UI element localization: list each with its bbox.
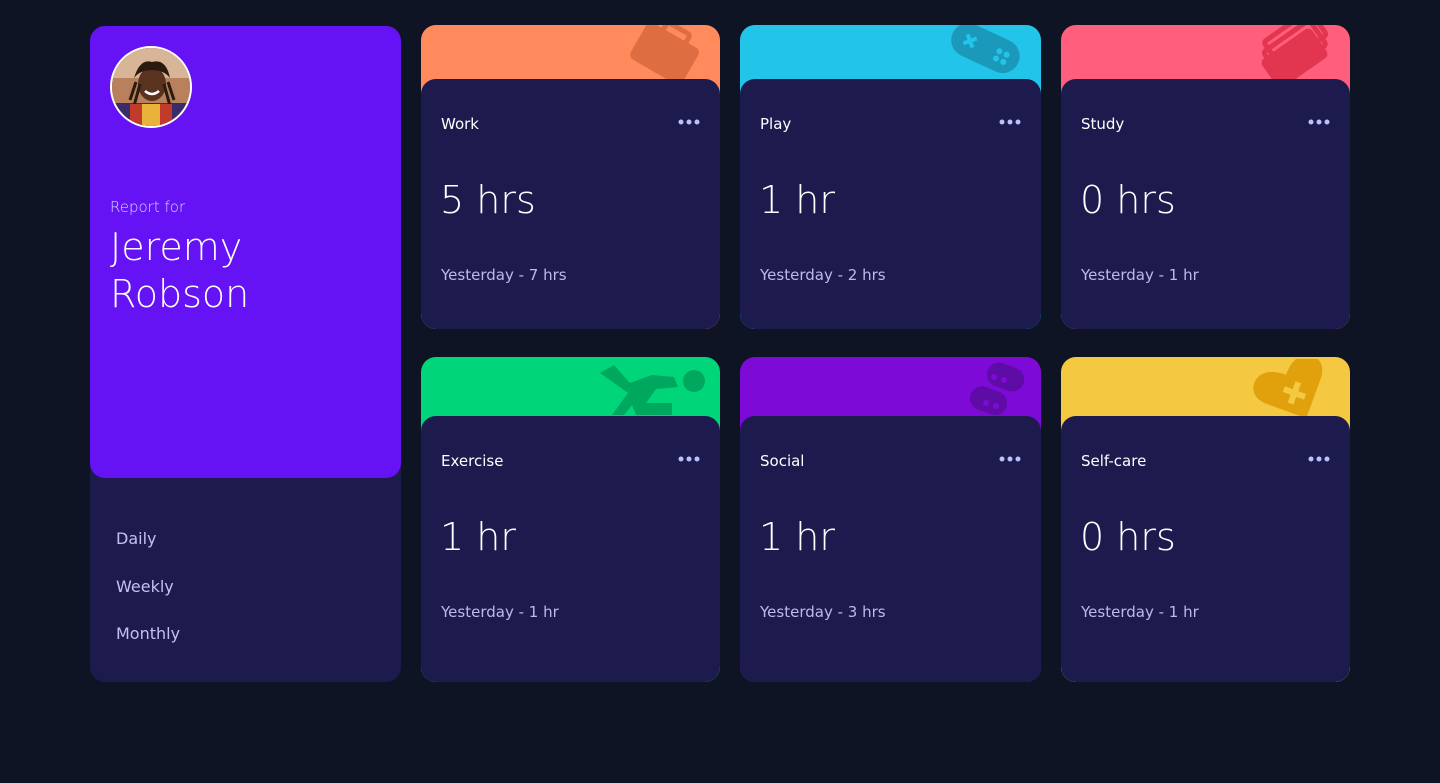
gamepad-icon	[943, 25, 1027, 85]
previous-hours: Yesterday - 3 hrs	[760, 603, 886, 621]
books-icon	[1256, 25, 1336, 89]
current-hours: 1 hr	[759, 515, 835, 559]
activity-card-body: Work 5 hrs Yesterday - 7 hrs	[421, 79, 720, 329]
previous-hours: Yesterday - 1 hr	[1081, 266, 1199, 284]
previous-hours: Yesterday - 7 hrs	[441, 266, 567, 284]
avatar	[110, 46, 192, 128]
timeframe-weekly[interactable]: Weekly	[116, 576, 180, 624]
activity-title: Play	[760, 115, 792, 133]
user-name: Jeremy Robson	[110, 225, 250, 316]
activity-card-body: Study 0 hrs Yesterday - 1 hr	[1061, 79, 1350, 329]
profile-header: Report for Jeremy Robson	[90, 26, 401, 478]
activity-card-exercise: Exercise 1 hr Yesterday - 1 hr	[421, 357, 720, 682]
activity-card-body: Play 1 hr Yesterday - 2 hrs	[740, 79, 1041, 329]
activity-card-play: Play 1 hr Yesterday - 2 hrs	[740, 25, 1041, 329]
activity-title: Study	[1081, 115, 1125, 133]
activity-title: Social	[760, 452, 805, 470]
current-hours: 1 hr	[759, 178, 835, 222]
previous-hours: Yesterday - 2 hrs	[760, 266, 886, 284]
activity-card-social: Social 1 hr Yesterday - 3 hrs	[740, 357, 1041, 682]
ellipsis-icon[interactable]	[999, 456, 1021, 466]
ellipsis-icon[interactable]	[678, 456, 700, 466]
timeframe-daily[interactable]: Daily	[116, 528, 180, 576]
activity-card-work: Work 5 hrs Yesterday - 7 hrs	[421, 25, 720, 329]
previous-hours: Yesterday - 1 hr	[441, 603, 559, 621]
activity-title: Exercise	[441, 452, 504, 470]
profile-card: Report for Jeremy Robson Daily Weekly Mo…	[90, 26, 401, 682]
previous-hours: Yesterday - 1 hr	[1081, 603, 1199, 621]
timeframe-monthly[interactable]: Monthly	[116, 623, 180, 671]
ellipsis-icon[interactable]	[1308, 119, 1330, 129]
activity-title: Self-care	[1081, 452, 1147, 470]
ellipsis-icon[interactable]	[1308, 456, 1330, 466]
timeframe-selector: Daily Weekly Monthly	[116, 528, 180, 671]
current-hours: 0 hrs	[1080, 515, 1176, 559]
ellipsis-icon[interactable]	[999, 119, 1021, 129]
activity-card-body: Social 1 hr Yesterday - 3 hrs	[740, 416, 1041, 682]
current-hours: 0 hrs	[1080, 178, 1176, 222]
activity-card-self-care: Self-care 0 hrs Yesterday - 1 hr	[1061, 357, 1350, 682]
ellipsis-icon[interactable]	[678, 119, 700, 129]
current-hours: 5 hrs	[440, 178, 536, 222]
activity-title: Work	[441, 115, 479, 133]
report-for-label: Report for	[110, 198, 186, 216]
activity-card-study: Study 0 hrs Yesterday - 1 hr	[1061, 25, 1350, 329]
activity-card-body: Self-care 0 hrs Yesterday - 1 hr	[1061, 416, 1350, 682]
time-tracking-dashboard: Report for Jeremy Robson Daily Weekly Mo…	[90, 25, 1350, 682]
current-hours: 1 hr	[440, 515, 516, 559]
activity-card-body: Exercise 1 hr Yesterday - 1 hr	[421, 416, 720, 682]
